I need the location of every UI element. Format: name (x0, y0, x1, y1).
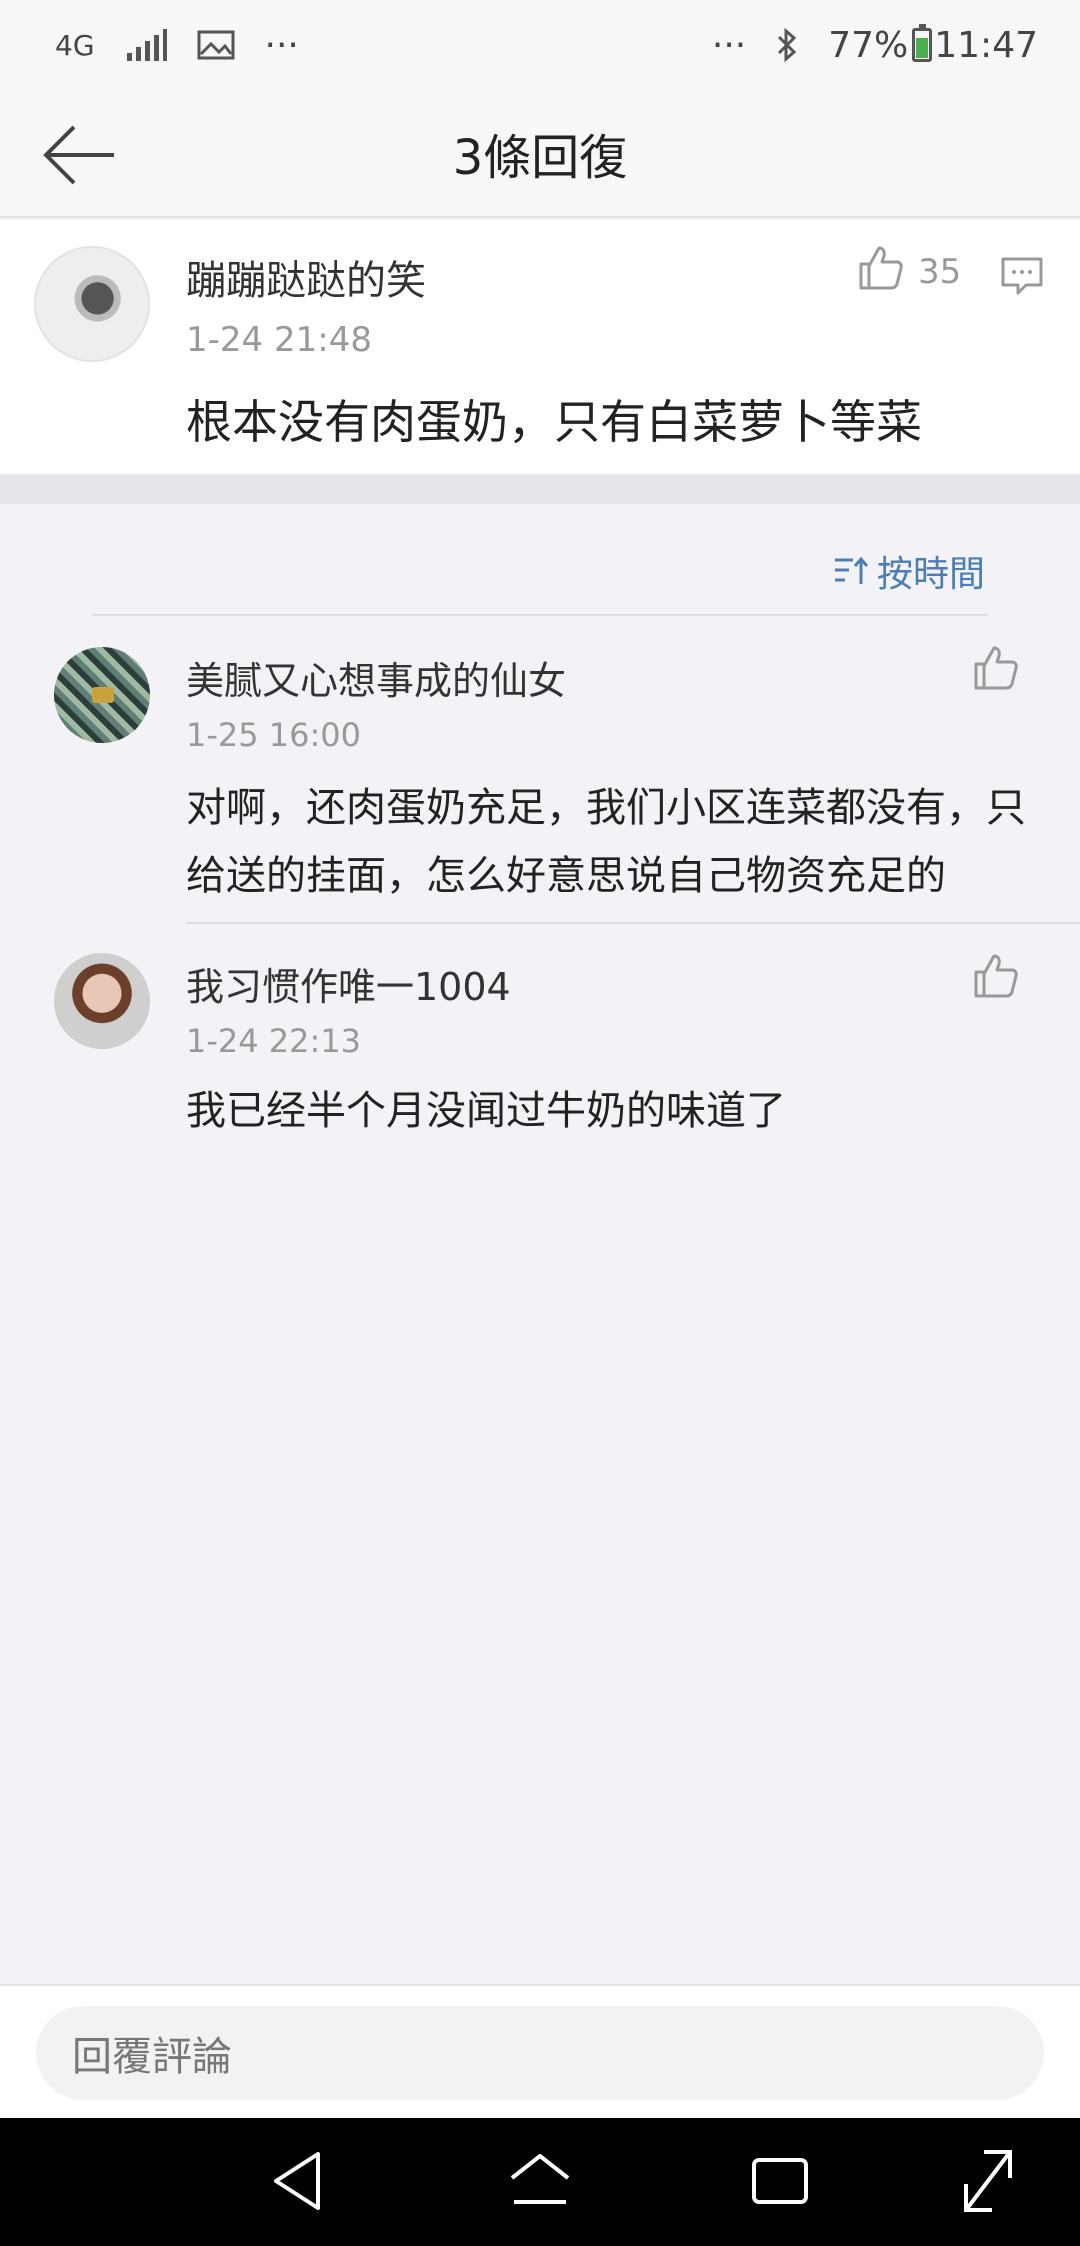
sort-icon (834, 556, 869, 584)
thumbs-up-icon (974, 954, 1018, 998)
reply-placeholder: 回覆評論 (72, 2034, 232, 2080)
nav-home-button[interactable] (500, 2146, 580, 2216)
header: 3條回復 (0, 90, 1080, 218)
reply-button[interactable] (1000, 256, 1044, 296)
battery-icon (912, 24, 933, 62)
triangle-back-icon (274, 2152, 320, 2210)
battery-percent: 77% (828, 24, 909, 66)
timestamp: 1-25 16:00 (186, 716, 362, 754)
reply-input[interactable]: 回覆評論 (36, 2006, 1044, 2100)
image-icon (197, 30, 235, 60)
avatar[interactable] (54, 953, 150, 1049)
nav-expand-button[interactable] (948, 2146, 1028, 2216)
status-right: ··· 77% 11:47 (711, 24, 1038, 66)
page-title: 3條回復 (452, 130, 628, 186)
network-indicator: 4G (55, 28, 95, 62)
clock: 11:47 (934, 24, 1038, 66)
timestamp: 1-24 22:13 (186, 1022, 362, 1060)
comment-text: 根本没有肉蛋奶，只有白菜萝卜等菜 (186, 395, 922, 449)
more-notifications: ··· (264, 24, 299, 66)
timestamp: 1-24 21:48 (186, 320, 372, 360)
sort-label: 按時間 (876, 554, 985, 595)
battery-status: 77% 11:47 (828, 24, 1038, 66)
like-button[interactable] (857, 244, 905, 292)
comment-text: 对啊，还肉蛋奶充足，我们小区连菜都没有，只给送的挂面，怎么好意思说自己物资充足的 (186, 785, 1026, 899)
signal-icon (125, 29, 167, 61)
thumbs-up-icon (859, 246, 903, 290)
username[interactable]: 美腻又心想事成的仙女 (186, 650, 566, 705)
section-separator (0, 474, 1080, 504)
sort-by-time-button[interactable]: 按時間 (833, 545, 985, 597)
expand-icon (964, 2150, 1012, 2212)
bluetooth-icon (776, 27, 798, 63)
divider (186, 922, 1080, 924)
status-left: 4G ··· (55, 25, 299, 66)
nav-recents-button[interactable] (740, 2146, 820, 2216)
comment-text: 我已经半个月没闻过牛奶的味道了 (186, 1088, 786, 1134)
reply-bar: 回覆評論 (0, 1984, 1080, 2118)
navigation-bar (0, 2118, 1080, 2246)
like-button[interactable] (972, 644, 1020, 692)
recents-icon (752, 2158, 808, 2204)
divider (92, 614, 988, 616)
avatar[interactable] (34, 246, 150, 362)
like-count: 35 (918, 252, 962, 292)
username[interactable]: 我习惯作唯一1004 (186, 956, 511, 1011)
thumbs-up-icon (974, 646, 1018, 690)
like-button[interactable] (972, 952, 1020, 1000)
home-icon (510, 2154, 570, 2204)
comment-icon (1001, 257, 1043, 295)
username[interactable]: 蹦蹦跶跶的笑 (186, 248, 426, 306)
nav-back-button[interactable] (260, 2146, 340, 2216)
main-comment: 蹦蹦跶跶的笑 1-24 21:48 根本没有肉蛋奶，只有白菜萝卜等菜 35 (0, 220, 1080, 474)
more-status: ··· (711, 24, 747, 66)
status-bar: 4G ··· ··· 77% 11:47 (0, 0, 1080, 90)
avatar[interactable] (54, 647, 150, 743)
